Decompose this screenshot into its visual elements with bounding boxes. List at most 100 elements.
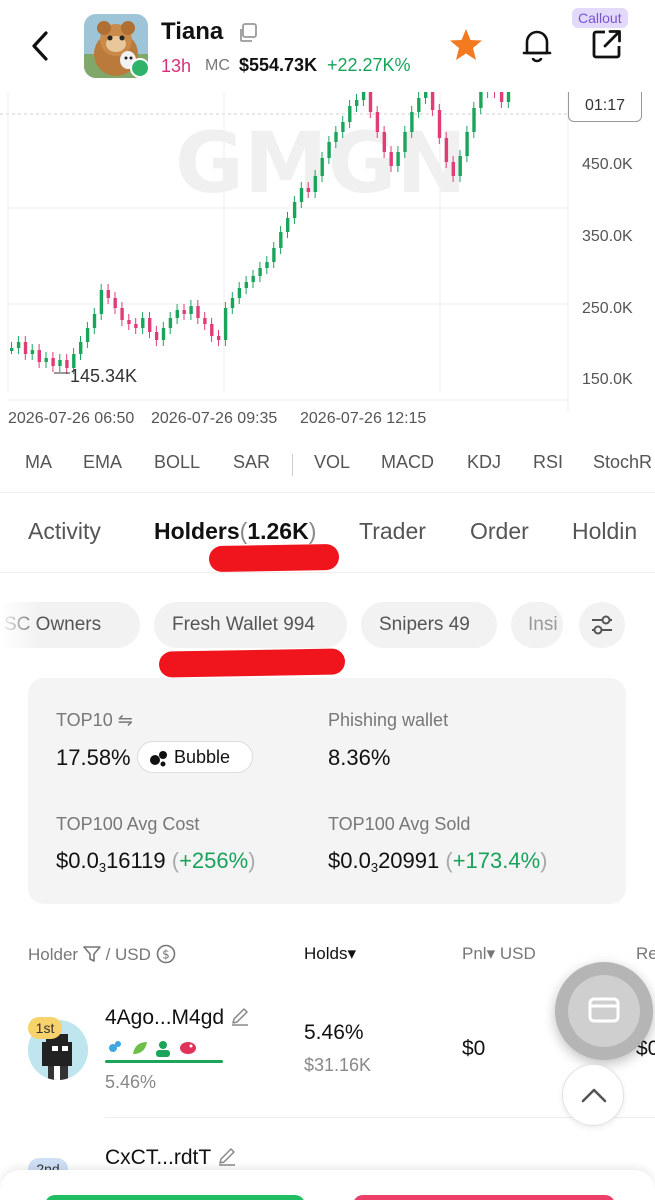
market-cap-change: +22.27K% xyxy=(327,55,411,75)
candle-body xyxy=(451,162,455,176)
candle-body xyxy=(99,290,104,314)
filter-button[interactable] xyxy=(579,602,625,648)
candle-body xyxy=(389,152,393,166)
callout-badge[interactable]: Callout xyxy=(572,8,628,28)
cut-column-header[interactable]: Re xyxy=(636,944,655,964)
candle-body xyxy=(92,314,97,328)
candle-body xyxy=(251,276,255,282)
tab-order[interactable]: Order xyxy=(470,518,529,545)
candle-body xyxy=(106,290,110,298)
holder-header-label: Holder xyxy=(28,945,79,964)
chip-fade xyxy=(0,602,40,648)
tag-user-icon xyxy=(156,1041,170,1057)
filter-funnel-icon[interactable] xyxy=(83,946,101,962)
candle-body xyxy=(120,308,124,320)
candle-body xyxy=(382,132,386,152)
copy-icon[interactable] xyxy=(237,22,259,44)
tab-holders[interactable]: Holders(1.26K) xyxy=(154,518,316,545)
holder-address[interactable]: CxCT...rdtT xyxy=(105,1146,237,1170)
candle-body xyxy=(499,92,504,102)
candle-body xyxy=(217,336,221,340)
candle-body xyxy=(37,350,41,362)
tab-trader[interactable]: Trader xyxy=(359,518,426,545)
indicator-kdj[interactable]: KDJ xyxy=(467,452,501,473)
avg-sold-change: +173.4% xyxy=(452,848,541,873)
candle-body xyxy=(479,92,483,108)
chip-snipers[interactable]: Snipers 49 xyxy=(361,602,497,648)
candle-body xyxy=(168,318,173,328)
indicator-vol[interactable]: VOL xyxy=(314,452,350,473)
indicator-stochrsi[interactable]: StochR xyxy=(593,452,652,473)
candle-body xyxy=(189,306,193,314)
x-tick: 2026-07-26 06:50 xyxy=(8,410,135,427)
candle-body xyxy=(437,110,442,138)
candle-body xyxy=(230,298,235,308)
bubble-button[interactable]: Bubble xyxy=(137,741,253,773)
candle-body xyxy=(458,156,462,176)
candle-body xyxy=(417,98,421,112)
candle-body xyxy=(244,282,248,288)
indicator-ema[interactable]: EMA xyxy=(83,452,122,473)
candle-body xyxy=(355,100,359,106)
holder-address[interactable]: 4Ago...M4gd xyxy=(105,1006,250,1030)
candle-body xyxy=(299,188,304,202)
wallet-icon xyxy=(568,975,640,1047)
y-tick: 250.0K xyxy=(582,300,633,317)
indicator-sar[interactable]: SAR xyxy=(233,452,270,473)
candle-body xyxy=(196,306,200,318)
dollar-toggle-icon[interactable]: $ xyxy=(156,944,176,964)
indicator-bar: MA EMA BOLL SAR VOL MACD KDJ RSI StochR xyxy=(0,452,655,480)
candle-body xyxy=(313,176,317,192)
back-arrow-icon[interactable] xyxy=(26,28,56,64)
usd-header-label: USD xyxy=(115,945,151,964)
avg-cost-value: $0.0316119 (+256%) xyxy=(56,848,256,875)
top10-label-text: TOP10 xyxy=(56,710,113,730)
wallet-float-button[interactable] xyxy=(555,962,653,1060)
candle-body xyxy=(127,320,131,324)
mc-label: MC xyxy=(205,57,230,74)
candle-body xyxy=(10,348,14,351)
edit-pencil-icon[interactable] xyxy=(230,1006,250,1026)
candle-body xyxy=(203,318,207,324)
edit-pencil-icon[interactable] xyxy=(217,1146,237,1166)
swap-icon[interactable]: ⇋ xyxy=(118,710,133,730)
pnl-value: $0 xyxy=(462,1037,486,1060)
candle-body xyxy=(237,288,242,298)
scroll-top-button[interactable] xyxy=(562,1064,624,1126)
tag-underline xyxy=(105,1060,223,1063)
chip-fresh-wallet[interactable]: Fresh Wallet 994 xyxy=(154,602,347,648)
candle-body xyxy=(30,350,35,354)
bubble-label: Bubble xyxy=(174,747,231,767)
svg-text:$: $ xyxy=(162,948,170,962)
red-highlight-mark xyxy=(208,543,340,573)
candle-body xyxy=(286,218,290,232)
buy-button[interactable] xyxy=(45,1195,305,1200)
indicator-macd[interactable]: MACD xyxy=(381,452,434,473)
chip-insiders[interactable]: Insi xyxy=(511,602,563,648)
candle-body xyxy=(113,298,117,308)
candle-body xyxy=(23,342,28,354)
candle-body xyxy=(265,262,269,268)
candle-body xyxy=(424,92,428,98)
notification-bell-icon[interactable] xyxy=(521,27,553,63)
indicator-rsi[interactable]: RSI xyxy=(533,452,563,473)
avg-cost-label: TOP100 Avg Cost xyxy=(56,814,200,834)
holds-header-label: Holds xyxy=(304,944,348,963)
indicator-boll[interactable]: BOLL xyxy=(154,452,200,473)
holder-column-header[interactable]: Holder / USD $ xyxy=(28,944,176,965)
avg-sold-value: $0.0320991 (+173.4%) xyxy=(328,848,548,875)
candle-body xyxy=(223,308,228,340)
holds-column-header[interactable]: Holds▾ xyxy=(304,944,356,964)
tab-holding[interactable]: Holdin xyxy=(572,518,637,545)
share-icon[interactable] xyxy=(591,28,623,60)
pnl-column-header[interactable]: Pnl▾ USD xyxy=(462,944,536,964)
indicator-ma[interactable]: MA xyxy=(25,452,52,473)
tab-activity[interactable]: Activity xyxy=(28,518,101,545)
candle-body xyxy=(410,112,414,132)
holder-percent: 5.46% xyxy=(105,1072,157,1092)
y-tick: 450.0K xyxy=(582,156,633,173)
red-highlight-mark xyxy=(158,648,346,678)
star-icon[interactable] xyxy=(448,27,484,63)
holder-tags xyxy=(105,1036,225,1060)
sell-button[interactable] xyxy=(353,1195,615,1200)
